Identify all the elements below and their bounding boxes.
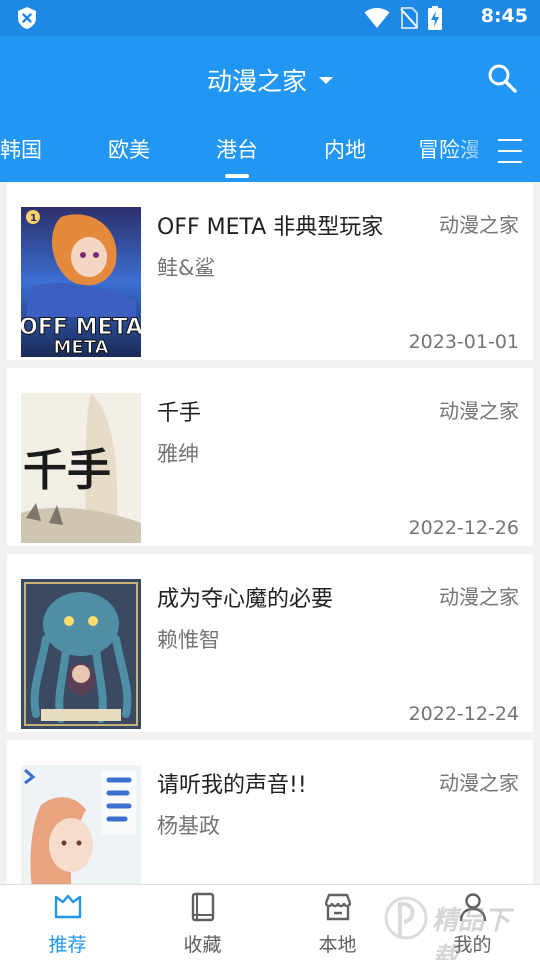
clock: 8:45 <box>480 5 528 27</box>
comic-card[interactable]: 请听我的声音!! 杨基政 动漫之家 <box>7 740 533 884</box>
menu-icon[interactable] <box>478 120 540 182</box>
cover-title: 千手 <box>23 445 111 496</box>
wifi-icon <box>364 8 390 28</box>
comic-card[interactable]: 千手 千手 雅绅 动漫之家 2022-12-26 <box>7 368 533 546</box>
dropdown-caret-icon <box>319 76 333 84</box>
svg-text:1: 1 <box>30 213 37 224</box>
nav-favorites[interactable]: 收藏 <box>135 885 270 960</box>
comic-source: 动漫之家 <box>439 213 519 237</box>
comic-author: 赖惟智 <box>157 628 220 652</box>
book-icon <box>191 892 214 922</box>
comic-date: 2023-01-01 <box>408 331 519 353</box>
tab-hk-tw[interactable]: 港台 <box>216 134 258 178</box>
app-bar: 动漫之家 <box>0 36 540 120</box>
watermark-text: 精品下载 <box>432 906 511 960</box>
comic-title: 千手 <box>157 401 202 426</box>
comic-card[interactable]: 1 OFF META META OFF META 非典型玩家 鲑&鲨 动漫之家 … <box>7 182 533 360</box>
nav-recommend[interactable]: 推荐 <box>0 885 135 960</box>
recommend-icon <box>54 894 81 919</box>
comic-date: 2022-12-24 <box>408 703 519 725</box>
store-icon <box>324 893 351 921</box>
comic-source: 动漫之家 <box>439 399 519 423</box>
comic-title: OFF META 非典型玩家 <box>157 215 384 240</box>
comic-author: 杨基政 <box>157 814 220 838</box>
comic-card[interactable]: 成为夺心魔的必要 赖惟智 动漫之家 2022-12-24 <box>7 554 533 732</box>
comic-author: 鲑&鲨 <box>157 256 216 280</box>
comic-cover <box>21 579 141 729</box>
watermark-logo-icon <box>384 896 428 940</box>
comic-list[interactable]: 1 OFF META META OFF META 非典型玩家 鲑&鲨 动漫之家 … <box>0 182 540 884</box>
category-tabs: 韩国 欧美 港台 内地 冒险漫 <box>0 120 540 182</box>
comic-source: 动漫之家 <box>439 585 519 609</box>
comic-source: 动漫之家 <box>439 771 519 795</box>
comic-date: 2022-12-26 <box>408 517 519 539</box>
app-title: 动漫之家 <box>206 67 307 96</box>
nav-label: 收藏 <box>183 934 222 956</box>
comic-cover: 千手 <box>21 393 141 543</box>
battery-charging-icon <box>428 6 442 30</box>
status-bar: 8:45 <box>0 0 540 36</box>
search-icon[interactable] <box>486 62 518 94</box>
comic-cover: 1 OFF META META <box>21 207 141 357</box>
comic-title: 成为夺心魔的必要 <box>157 587 334 612</box>
tab-korea[interactable]: 韩国 <box>0 134 42 164</box>
shield-icon <box>18 7 36 29</box>
watermark: 精品下载 <box>384 888 534 960</box>
tab-western[interactable]: 欧美 <box>108 134 150 164</box>
comic-cover <box>21 765 141 884</box>
tab-mainland[interactable]: 内地 <box>324 134 366 164</box>
nav-label: 推荐 <box>48 934 87 956</box>
comic-author: 雅绅 <box>157 442 199 466</box>
no-sim-icon <box>400 7 418 29</box>
comic-title: 请听我的声音!! <box>157 773 307 798</box>
svg-text:META: META <box>53 337 108 357</box>
source-selector[interactable]: 动漫之家 <box>0 62 540 98</box>
